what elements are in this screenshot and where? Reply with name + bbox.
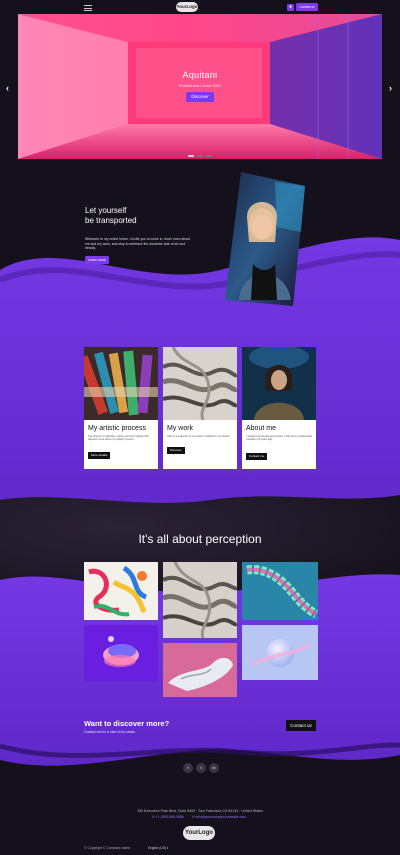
hero-title: Aquitani bbox=[182, 70, 218, 80]
twitter-icon[interactable]: t bbox=[196, 763, 206, 773]
gallery-tile-pastel-sphere[interactable] bbox=[242, 625, 318, 680]
portrait-image bbox=[225, 172, 305, 306]
card-title: My artistic process bbox=[88, 425, 146, 432]
gallery-tile-swirl[interactable] bbox=[163, 562, 237, 638]
contact-me-button[interactable]: Contact me bbox=[246, 453, 268, 460]
logo[interactable]: YourLogo bbox=[176, 2, 198, 12]
transport-title-line2: be transported bbox=[85, 216, 137, 225]
card-about-me: About me I started a corporate accountan… bbox=[242, 347, 316, 469]
card-text: The choice of materials, colours and the… bbox=[88, 435, 149, 442]
transport-title-line1: Let yourself bbox=[85, 206, 127, 215]
gallery-tile-abstract-purple[interactable] bbox=[84, 625, 158, 681]
contact-us-footer-button[interactable]: Contact us bbox=[286, 720, 316, 731]
copyright: © Copyright © Company name bbox=[84, 846, 131, 850]
carousel-dot-2[interactable] bbox=[197, 155, 203, 157]
more-details-button[interactable]: More details bbox=[88, 452, 111, 459]
facebook-icon[interactable]: f bbox=[183, 763, 193, 773]
gallery-tile-3d-spiral[interactable] bbox=[242, 562, 318, 620]
linkedin-icon[interactable]: in bbox=[209, 763, 219, 773]
user-icon[interactable]: ● bbox=[287, 4, 294, 11]
discover-subtitle: Contact me for a visit of my studio. bbox=[84, 730, 137, 734]
carousel-dot-3[interactable] bbox=[206, 155, 212, 157]
woman-portrait-image bbox=[242, 347, 316, 420]
email-text: info@yourcompany.example.com bbox=[195, 815, 246, 819]
card-text: Here is a selection of my works, exhibit… bbox=[167, 435, 230, 438]
gallery-tile-hand-sculpture[interactable] bbox=[163, 643, 237, 697]
swirl-art-image bbox=[163, 347, 237, 420]
perception-title: It's all about perception bbox=[138, 532, 262, 546]
phone-link[interactable]: ✆ +1 (555) 555-5556 bbox=[152, 815, 184, 819]
learn-more-button[interactable]: Learn more bbox=[85, 256, 109, 264]
prev-arrow-icon[interactable]: ‹ bbox=[6, 83, 9, 93]
card-title: My work bbox=[167, 425, 194, 432]
discover-button[interactable]: Discover bbox=[186, 92, 214, 102]
contact-us-button[interactable]: Contact us bbox=[296, 3, 318, 11]
discover-title: Want to discover more? bbox=[84, 719, 170, 728]
language-selector[interactable]: English (US) ▾ bbox=[148, 846, 168, 850]
transport-title: Let yourself be transported bbox=[85, 206, 215, 226]
email-link[interactable]: ✉ info@yourcompany.example.com bbox=[192, 815, 246, 819]
card-text: I started a corporate accountant. It has… bbox=[246, 435, 313, 442]
hamburger-icon[interactable] bbox=[84, 5, 92, 11]
next-arrow-icon[interactable]: › bbox=[389, 83, 392, 93]
transport-text: Welcome to my online home. I invite you … bbox=[85, 237, 190, 250]
card-my-work: My work Here is a selection of my works,… bbox=[163, 347, 237, 469]
card-artistic-process: My artistic process The choice of materi… bbox=[84, 347, 158, 469]
discover-work-button[interactable]: Discover bbox=[167, 447, 185, 454]
card-title: About me bbox=[246, 425, 276, 432]
address: 350 Executive Park Blvd, Suite 8400 · Sa… bbox=[137, 809, 263, 813]
gallery-tile-colorful-paint[interactable] bbox=[84, 562, 158, 620]
footer-logo[interactable]: YourLogo bbox=[183, 826, 215, 840]
carousel-dot-1[interactable] bbox=[188, 155, 194, 157]
hero-subtitle: Photoshoot / June 2021 bbox=[178, 83, 222, 88]
paint-brushes-image bbox=[84, 347, 158, 420]
phone-text: +1 (555) 555-5556 bbox=[155, 815, 184, 819]
